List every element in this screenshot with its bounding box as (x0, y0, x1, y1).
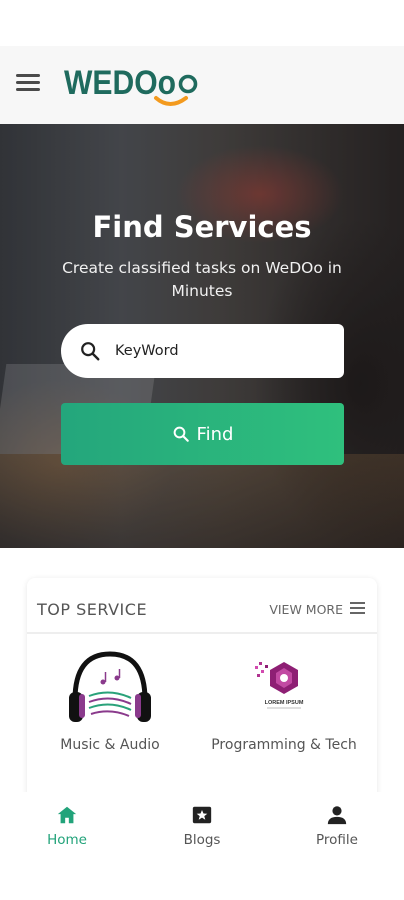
list-icon (350, 602, 365, 616)
view-more-button[interactable]: VIEW MORE (269, 602, 365, 617)
top-service-header: TOP SERVICE VIEW MORE (27, 578, 377, 634)
menu-line (16, 74, 40, 77)
search-icon (173, 426, 189, 442)
find-button-label: Find (196, 423, 234, 445)
wedoo-logo: WEDOo (64, 64, 198, 106)
nav-label-blogs: Blogs (183, 832, 221, 848)
nav-item-profile[interactable]: Profile (287, 804, 387, 848)
service-item-programming-tech[interactable]: LOREM IPSUM Programming & Tech (199, 648, 369, 758)
app-header: WEDOo (0, 46, 404, 124)
search-input-value: KeyWord (115, 343, 179, 359)
blogs-icon (192, 806, 212, 824)
nav-label-profile: Profile (316, 832, 358, 848)
home-icon (57, 806, 77, 824)
service-item-music-audio[interactable]: Music & Audio (27, 648, 195, 758)
logo-text: WEDOo (64, 64, 176, 102)
logo-eye (178, 74, 198, 94)
bottom-navigation: Home Blogs Profile (0, 792, 404, 900)
nav-label-home: Home (47, 832, 87, 848)
menu-button[interactable] (16, 74, 40, 94)
top-service-title: TOP SERVICE (37, 600, 148, 619)
hero-content: Find Services Create classified tasks on… (0, 124, 404, 548)
profile-icon (327, 806, 347, 825)
search-icon (81, 342, 100, 361)
hero-title: Find Services (92, 210, 312, 244)
status-bar-area (0, 0, 404, 46)
top-service-card: TOP SERVICE VIEW MORE Music & Audio LORE… (27, 578, 377, 808)
lorem-ipsum-logo-icon: LOREM IPSUM (255, 662, 304, 709)
menu-line (16, 81, 40, 84)
nav-item-home[interactable]: Home (17, 804, 117, 848)
svg-text:LOREM IPSUM: LOREM IPSUM (265, 700, 304, 706)
find-button[interactable]: Find (61, 403, 344, 465)
nav-item-blogs[interactable]: Blogs (152, 804, 252, 848)
search-input[interactable]: KeyWord (61, 324, 344, 378)
service-label: Music & Audio (60, 737, 160, 753)
view-more-label: VIEW MORE (269, 602, 343, 617)
headphones-icon (69, 651, 151, 722)
service-label: Programming & Tech (211, 737, 357, 753)
hero-banner: Find Services Create classified tasks on… (0, 124, 404, 548)
hero-subtitle: Create classified tasks on WeDOo in Minu… (62, 259, 342, 300)
menu-line (16, 88, 40, 91)
